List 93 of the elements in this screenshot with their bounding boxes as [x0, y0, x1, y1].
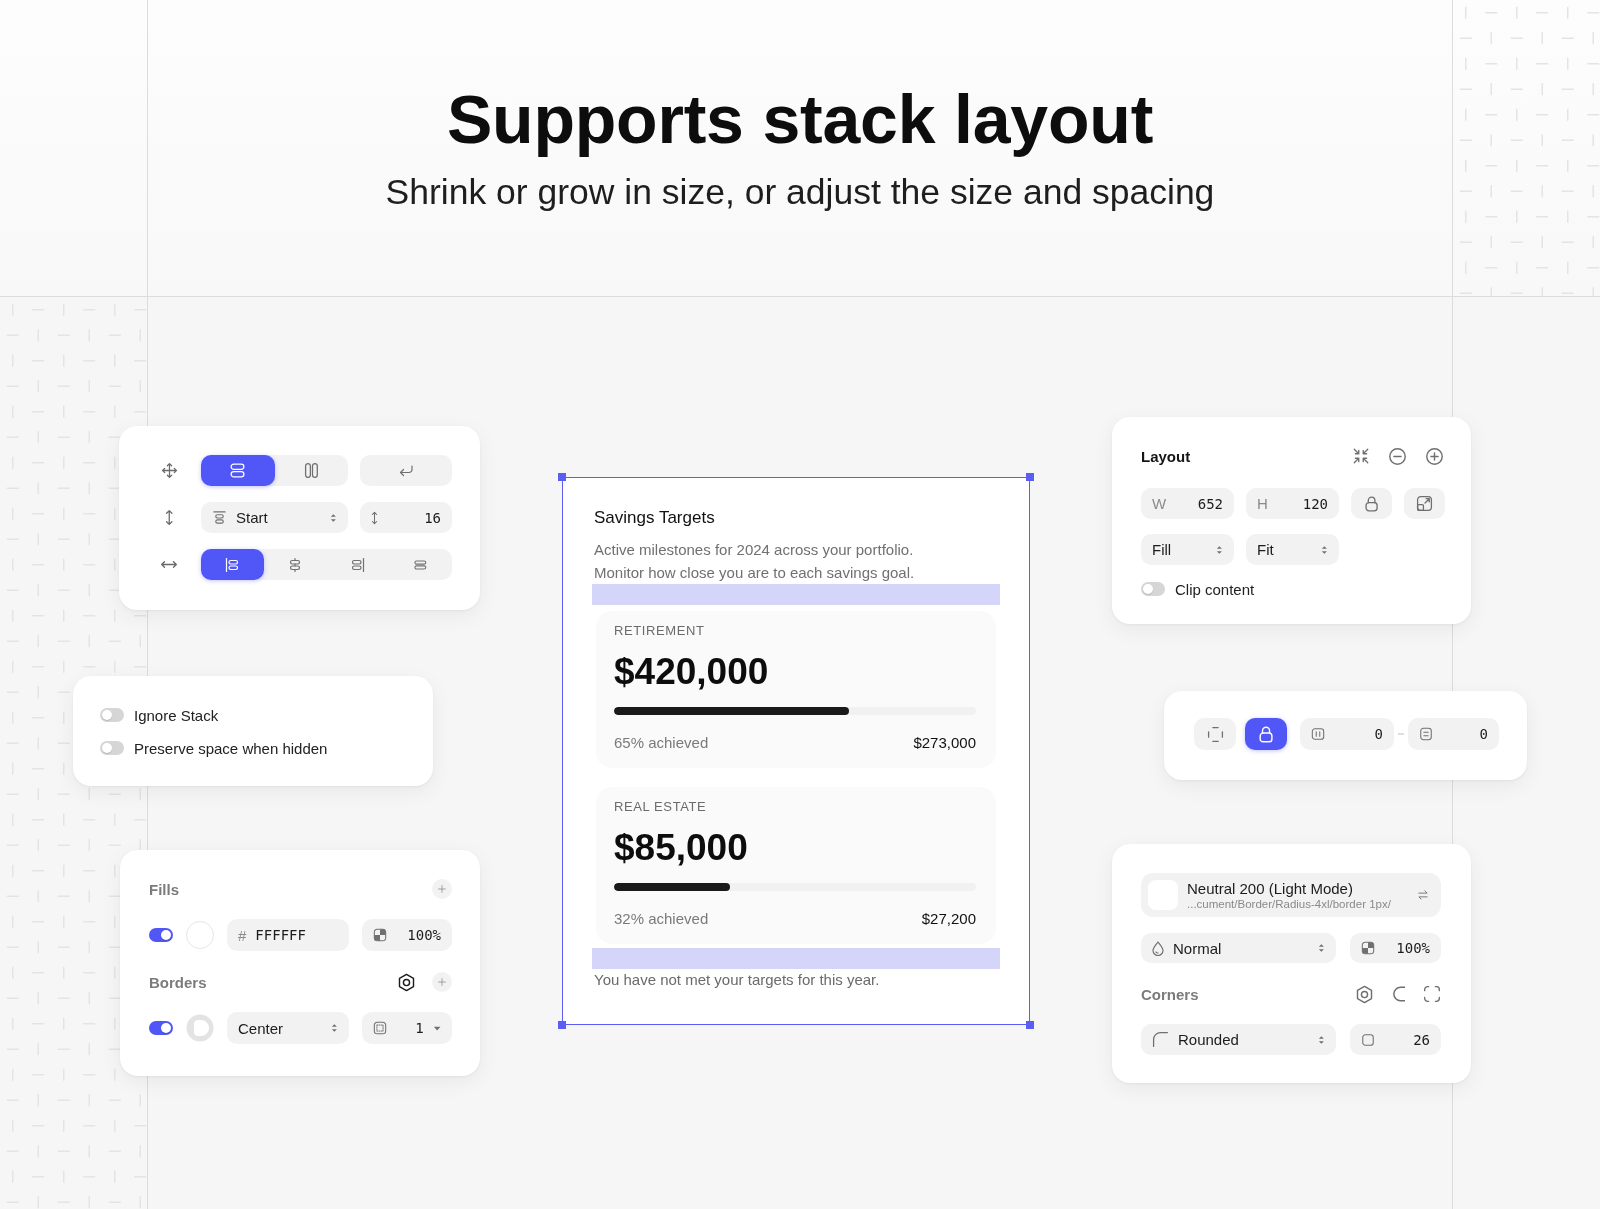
- vertical-arrows-icon: [371, 510, 378, 525]
- gap-field[interactable]: 16: [360, 502, 452, 533]
- stacked-rows-icon: [229, 462, 247, 479]
- status-message: You have not met your targets for this year.: [594, 970, 880, 990]
- dotted-square-icon: [373, 1021, 387, 1035]
- border-position-select[interactable]: Center: [227, 1012, 349, 1044]
- columns-icon: [303, 462, 319, 479]
- updown-caret-icon: [1318, 943, 1325, 953]
- goal-category: REAL ESTATE: [614, 799, 707, 815]
- align-top-icon: [212, 510, 227, 525]
- plus-circle-icon[interactable]: [1425, 446, 1444, 466]
- corners-icon[interactable]: [1423, 985, 1441, 1003]
- caret-down-icon: [432, 1025, 441, 1031]
- resize-handle[interactable]: [1025, 473, 1034, 482]
- updown-caret-icon: [1321, 544, 1328, 555]
- hexagon-icon[interactable]: [397, 972, 416, 992]
- checker-square-icon: [373, 928, 387, 942]
- option-label: Ignore Stack: [134, 706, 219, 724]
- vertical-padding-field[interactable]: 0: [1408, 718, 1499, 750]
- collapse-arrows-icon[interactable]: [1352, 447, 1370, 465]
- goal-amount: $85,000: [614, 827, 748, 869]
- align-right-icon: [349, 556, 366, 573]
- option-label: Clip content: [1175, 580, 1255, 598]
- border-width-field[interactable]: 1: [362, 1012, 452, 1044]
- vertical-arrows-icon: [164, 509, 174, 526]
- vertical-padding-icon: [1419, 727, 1433, 741]
- page-title: Supports stack layout: [446, 80, 1154, 158]
- resize-handle[interactable]: [1025, 1020, 1034, 1029]
- option-label: Preserve space when hidden: [134, 739, 328, 757]
- horizontal-padding-field[interactable]: 0: [1300, 718, 1394, 750]
- resize-handle[interactable]: [558, 473, 567, 482]
- width-mode-select[interactable]: Fill: [1141, 534, 1234, 565]
- opacity-field[interactable]: 100%: [1350, 933, 1441, 963]
- lock-icon: [1364, 495, 1379, 512]
- section-title: Fills: [149, 880, 179, 898]
- drop-icon: [1152, 940, 1164, 956]
- panel-title: Layout: [1141, 447, 1191, 465]
- height-field[interactable]: H 120: [1246, 488, 1339, 519]
- token-name: Neutral 200 (Light Mode): [1187, 879, 1353, 897]
- updown-caret-icon: [1318, 1034, 1325, 1045]
- rounded-square-icon: [1361, 1032, 1375, 1047]
- section-title: Corners: [1141, 985, 1199, 1003]
- color-token[interactable]: Neutral 200 (Light Mode) ...cument/Border/Radius-4xl/border 1px/: [1141, 873, 1441, 917]
- card-title: Savings Targets: [594, 507, 715, 529]
- lock-button[interactable]: [1351, 488, 1392, 519]
- toggle-switch[interactable]: [149, 928, 173, 942]
- padding-mode-button[interactable]: [1245, 718, 1287, 750]
- horizontal-arrows-icon: [160, 560, 178, 569]
- resize-button[interactable]: [1404, 488, 1445, 519]
- toggle-switch[interactable]: [100, 741, 124, 755]
- toggle-switch[interactable]: [100, 708, 124, 722]
- border-swatch-icon[interactable]: [186, 1014, 214, 1042]
- swap-arrows-icon[interactable]: [1417, 889, 1429, 901]
- card-description: Active milestones for 2024 across your portfolio. Monitor how close you are to each savings goal.: [594, 540, 916, 583]
- width-field[interactable]: W 652: [1141, 488, 1234, 519]
- toggle-switch[interactable]: [1141, 582, 1165, 596]
- return-arrow-icon: [398, 463, 414, 478]
- updown-caret-icon: [330, 512, 337, 523]
- blend-mode-select[interactable]: Normal: [1141, 933, 1336, 963]
- resize-handle[interactable]: [558, 1020, 567, 1029]
- lock-icon: [1258, 725, 1274, 743]
- section-title: Borders: [149, 973, 207, 991]
- goal-amount: $420,000: [614, 651, 769, 693]
- padding-mode-button[interactable]: [1194, 718, 1236, 750]
- rounded-corner-icon: [1152, 1031, 1169, 1048]
- minus-circle-icon[interactable]: [1388, 446, 1407, 466]
- four-way-arrows-icon: [160, 462, 178, 479]
- checker-square-icon: [1361, 941, 1375, 955]
- stacked-bars-icon: [414, 559, 427, 570]
- alignment-button[interactable]: [201, 549, 264, 580]
- plus-icon: [437, 884, 447, 894]
- opacity-field[interactable]: 100%: [362, 919, 452, 951]
- height-mode-select[interactable]: Fit: [1246, 534, 1339, 565]
- updown-caret-icon: [1216, 544, 1223, 555]
- stack-direction-button[interactable]: [201, 455, 275, 486]
- corner-radius-field[interactable]: 26: [1350, 1024, 1441, 1055]
- expand-square-icon: [1416, 495, 1433, 512]
- token-path: ...cument/Border/Radius-4xl/border 1px/: [1187, 897, 1391, 911]
- progress-text: 32% achieved: [614, 909, 709, 929]
- horizontal-padding-icon: [1311, 727, 1325, 741]
- saved-amount: $273,000: [913, 733, 976, 753]
- goal-category: RETIREMENT: [614, 623, 705, 639]
- saved-amount: $27,200: [921, 909, 976, 929]
- alignment-select[interactable]: Start: [201, 502, 348, 533]
- arc-icon[interactable]: [1391, 986, 1405, 1002]
- hex-color-field[interactable]: # FFFFFF: [227, 919, 349, 951]
- align-left-icon: [224, 556, 241, 573]
- plus-icon: [437, 977, 447, 987]
- page-subtitle: Shrink or grow in size, or adjust the size and spacing: [385, 172, 1215, 212]
- progress-text: 65% achieved: [614, 733, 709, 753]
- toggle-switch[interactable]: [149, 1021, 173, 1035]
- updown-caret-icon: [331, 1023, 338, 1033]
- corner-style-select[interactable]: Rounded: [1141, 1024, 1336, 1055]
